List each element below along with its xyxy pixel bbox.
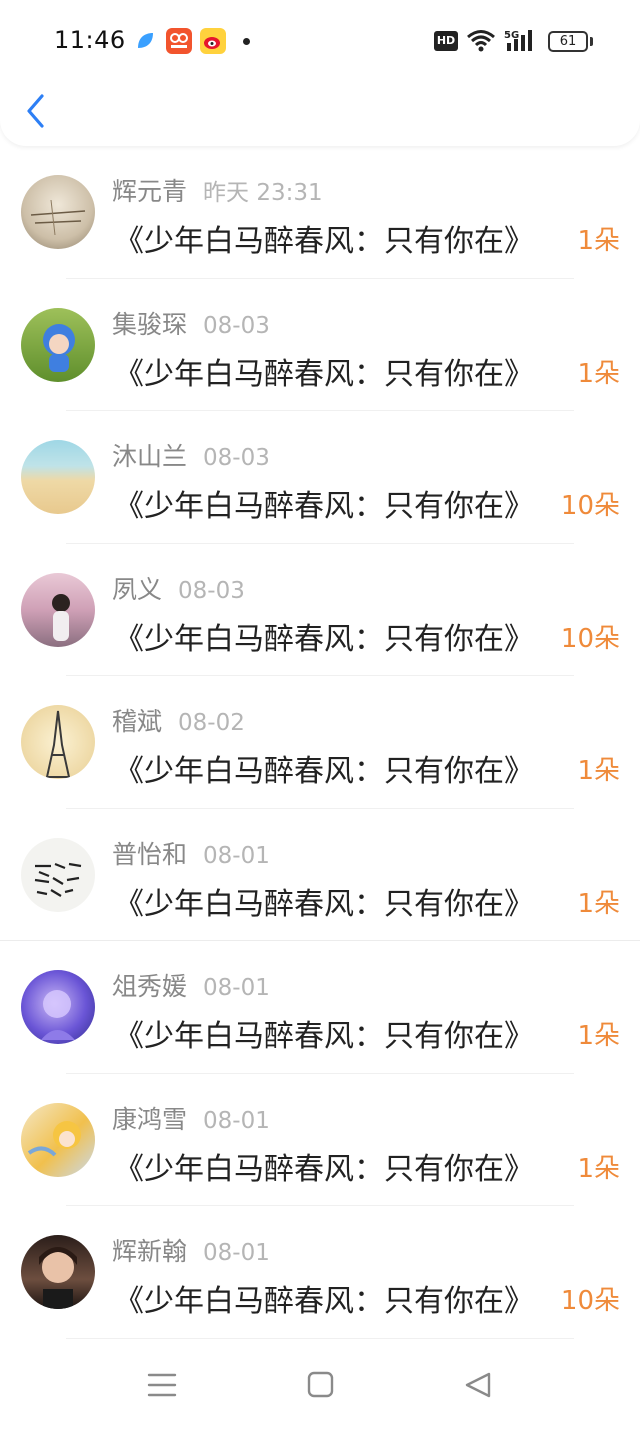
flower-count: 1朵 [577, 1153, 620, 1184]
sender-name: 集骏琛 08-03 [112, 305, 270, 341]
app-header: 11:46 HD 5G 61 [0, 0, 640, 146]
gift-date: 昨天 23:31 [203, 180, 323, 206]
flower-count: 1朵 [577, 226, 620, 256]
list-item[interactable]: 普怡和 08-01 《少年白马醉春风：只有你在》 1朵 [0, 809, 640, 941]
status-bar: 11:46 HD 5G 61 [0, 0, 640, 84]
chevron-left-icon [27, 94, 44, 128]
list-item[interactable]: 集骏琛 08-03 《少年白马醉春风：只有你在》 1朵 [0, 279, 640, 411]
avatar [21, 1102, 95, 1177]
notification-weibo-icon [200, 28, 226, 54]
sender-name: 辉元青 昨天 23:31 [112, 172, 323, 208]
flower-count: 1朵 [577, 756, 620, 786]
list-item[interactable]: 稽斌 08-02 《少年白马醉春风：只有你在》 1朵 [0, 676, 640, 809]
battery-tip [590, 37, 593, 46]
battery-indicator: 61 [548, 31, 588, 52]
sender-name-text: 沐山兰 [112, 442, 188, 471]
list-item[interactable]: 康鸿雪 08-01 《少年白马醉春风：只有你在》 1朵 [0, 1074, 640, 1206]
recent-apps-button[interactable] [144, 1369, 180, 1401]
list-item[interactable]: 夙义 08-03 《少年白马醉春风：只有你在》 10朵 [0, 544, 640, 676]
book-title: 《少年白马醉春风：只有你在》 [114, 356, 534, 392]
sender-name-text: 集骏琛 [112, 309, 188, 339]
book-title: 《少年白马醉春风：只有你在》 [114, 886, 534, 922]
sender-name: 沐山兰 08-03 [112, 437, 270, 473]
sender-name: 康鸿雪 08-01 [112, 1100, 270, 1136]
book-title: 《少年白马醉春风：只有你在》 [114, 754, 534, 789]
sender-name-text: 夙义 [112, 574, 163, 604]
sender-name-text: 康鸿雪 [112, 1104, 188, 1134]
gift-date: 08-03 [178, 577, 245, 604]
list-item[interactable]: 俎秀媛 08-01 《少年白马醉春风：只有你在》 1朵 [0, 941, 640, 1074]
hd-voice-icon: HD [434, 31, 458, 51]
flower-count: 1朵 [577, 1021, 620, 1051]
sender-name-text: 辉元青 [112, 177, 188, 206]
sender-name-text: 普怡和 [112, 839, 188, 869]
signal-icon: 5G [504, 28, 540, 58]
home-button[interactable] [302, 1369, 338, 1401]
gift-date: 08-01 [203, 975, 270, 1001]
list-item[interactable]: 沐山兰 08-03 《少年白马醉春风：只有你在》 10朵 [0, 411, 640, 544]
gift-date: 08-03 [203, 445, 270, 471]
sender-name-text: 辉新翰 [112, 1237, 188, 1266]
gift-date: 08-01 [203, 842, 270, 869]
gift-record-list: 辉元青 昨天 23:31 《少年白马醉春风：只有你在》 1朵 集骏琛 08-03 《… [0, 146, 640, 1339]
avatar [21, 970, 95, 1044]
book-title: 《少年白马醉春风：只有你在》 [114, 1019, 534, 1054]
avatar [21, 705, 95, 779]
menu-icon [147, 1373, 177, 1397]
sender-name: 辉新翰 08-01 [112, 1232, 270, 1268]
flower-count: 10朵 [560, 623, 620, 654]
home-icon [307, 1371, 334, 1398]
system-navigation-bar [0, 1341, 640, 1429]
book-title: 《少年白马醉春风：只有你在》 [114, 1151, 534, 1187]
wifi-icon [466, 28, 496, 56]
avatar [21, 440, 95, 514]
gift-date: 08-02 [178, 710, 245, 736]
back-triangle-icon [465, 1372, 491, 1398]
sender-name: 稽斌 08-02 [112, 702, 245, 738]
book-title: 《少年白马醉春风：只有你在》 [114, 1284, 534, 1319]
book-title: 《少年白马醉春风：只有你在》 [114, 224, 534, 259]
sender-name: 普怡和 08-01 [112, 835, 270, 871]
avatar [21, 837, 95, 912]
more-notifications-dot [243, 38, 250, 45]
flower-count: 10朵 [560, 1286, 620, 1316]
book-title: 《少年白马醉春风：只有你在》 [114, 489, 534, 524]
list-item[interactable]: 辉新翰 08-01 《少年白马醉春风：只有你在》 10朵 [0, 1206, 640, 1339]
flower-count: 1朵 [577, 888, 620, 919]
notification-video-app-icon [166, 28, 192, 54]
notification-app-icon [132, 28, 158, 54]
gift-date: 08-03 [203, 312, 270, 339]
avatar [21, 1235, 95, 1309]
book-title: 《少年白马醉春风：只有你在》 [114, 621, 534, 657]
sender-name-text: 稽斌 [112, 707, 163, 736]
flower-count: 1朵 [577, 358, 620, 389]
sender-name-text: 俎秀媛 [112, 972, 188, 1001]
avatar [21, 572, 95, 647]
sender-name: 俎秀媛 08-01 [112, 967, 270, 1003]
gift-date: 08-01 [203, 1240, 270, 1266]
list-item[interactable]: 辉元青 昨天 23:31 《少年白马醉春风：只有你在》 1朵 [0, 146, 640, 279]
back-nav-button[interactable] [461, 1369, 497, 1401]
back-button[interactable] [20, 90, 56, 132]
status-time: 11:46 [54, 26, 126, 54]
flower-count: 10朵 [560, 491, 620, 521]
gift-date: 08-01 [203, 1107, 270, 1134]
avatar [21, 307, 95, 382]
divider [66, 1337, 574, 1339]
avatar [21, 175, 95, 249]
sender-name: 夙义 08-03 [112, 570, 245, 606]
